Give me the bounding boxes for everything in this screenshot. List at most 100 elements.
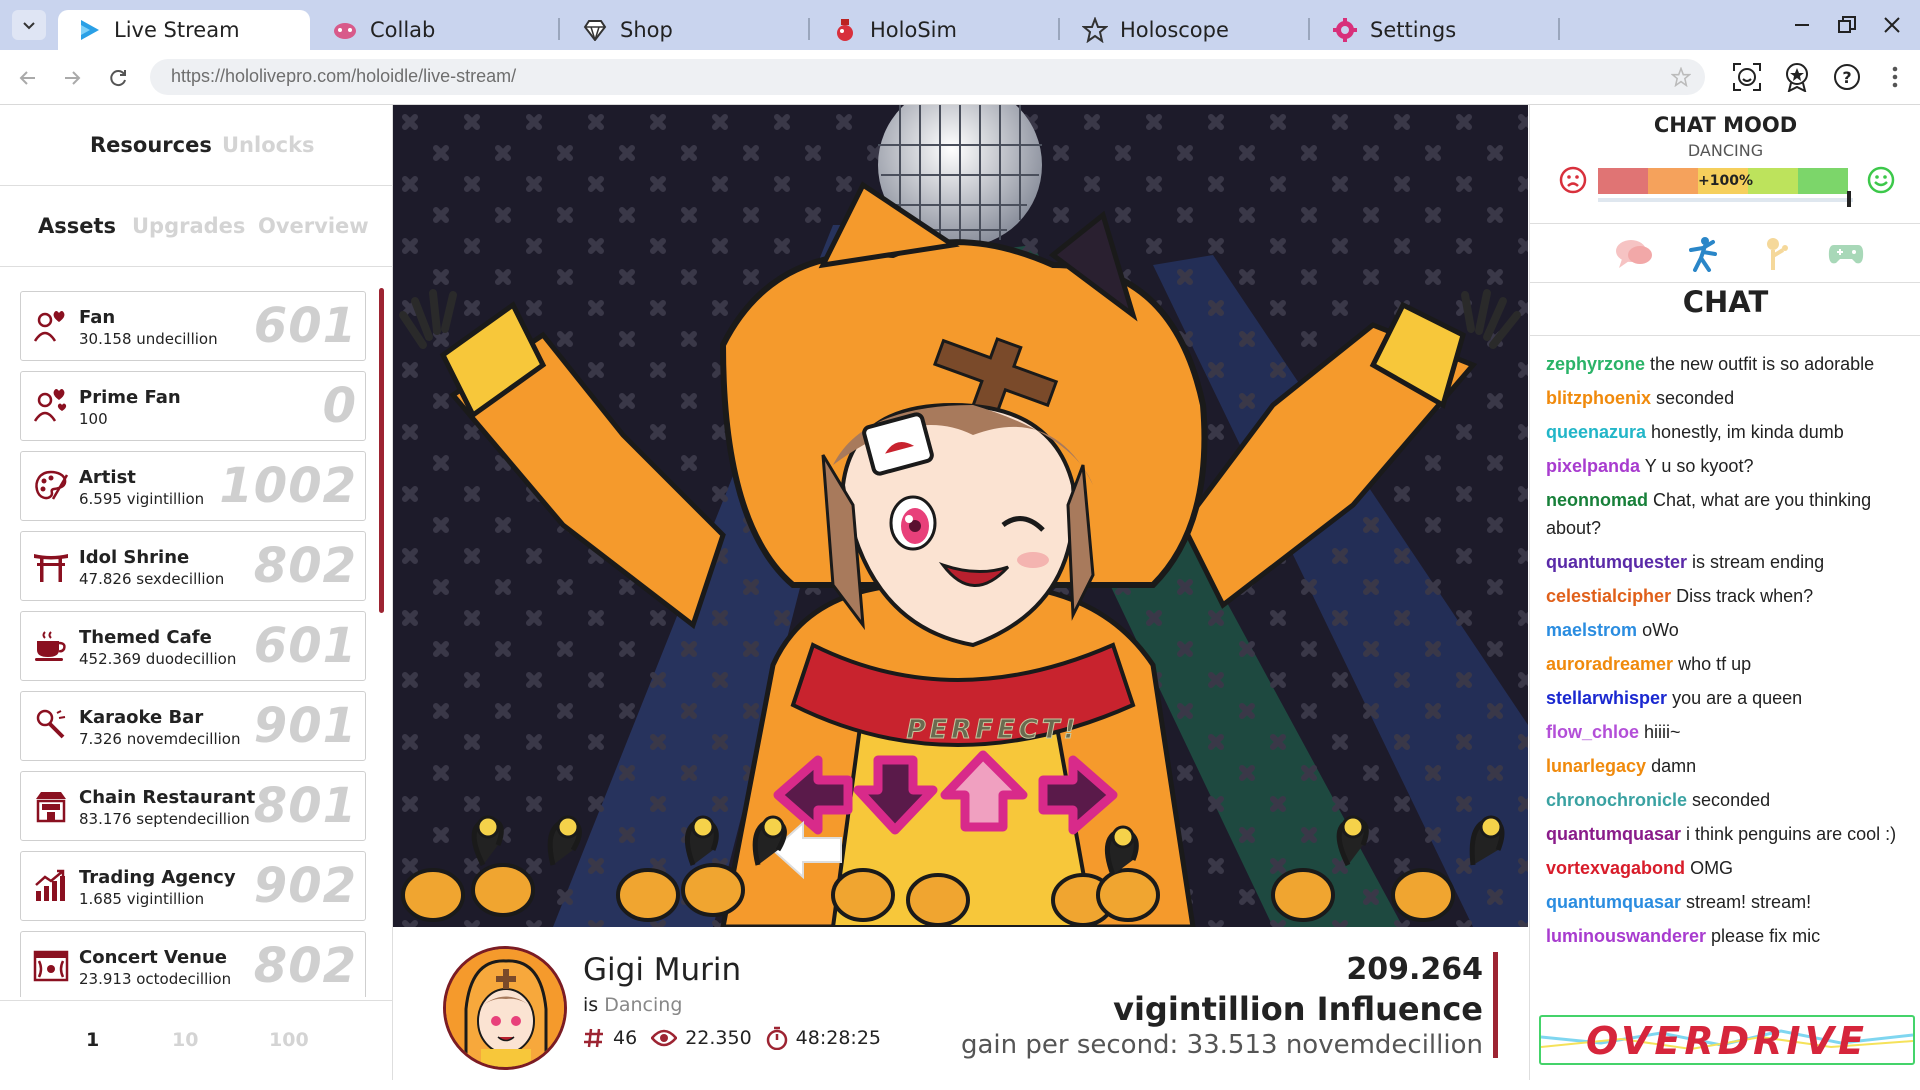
overdrive-button[interactable]: OVERDRIVE	[1539, 1015, 1915, 1065]
chat-username[interactable]: neonnomad	[1546, 490, 1648, 510]
tab-settings[interactable]: Settings	[1314, 10, 1554, 50]
streamer-avatar[interactable]	[443, 946, 567, 1070]
tab-holosim[interactable]: HoloSim	[814, 10, 1054, 50]
buy-amount-1[interactable]: 1	[86, 1029, 99, 1051]
menu-button[interactable]	[1878, 60, 1912, 94]
stream-stage[interactable]: PERFECT!	[393, 105, 1528, 927]
asset-name: Chain Restaurant	[79, 787, 256, 808]
tab-label: Holoscope	[1120, 18, 1229, 42]
gem-icon	[582, 17, 608, 43]
asset-card-artist[interactable]: Artist 6.595 vigintillion 1002	[20, 451, 366, 521]
chat-username[interactable]: auroradreamer	[1546, 654, 1673, 674]
asset-card-idol-shrine[interactable]: Idol Shrine 47.826 sexdecillion 802	[20, 531, 366, 601]
chat-text: seconded	[1692, 790, 1771, 810]
tab-chat-mode[interactable]	[1614, 236, 1654, 272]
tab-live-stream[interactable]: Live Stream	[58, 10, 310, 50]
chat-log[interactable]: zephyrzone the new outfit is so adorable…	[1546, 350, 1911, 1090]
chat-username[interactable]: luminouswanderer	[1546, 926, 1706, 946]
asset-card-trading-agency[interactable]: Trading Agency 1.685 vigintillion 902	[20, 851, 366, 921]
chat-text: Diss track when?	[1676, 586, 1814, 606]
asset-count: 601	[253, 298, 357, 354]
stage-icon	[31, 947, 71, 985]
tab-sing-mode[interactable]	[1756, 236, 1796, 272]
tab-assets[interactable]: Assets	[38, 214, 116, 238]
url-text: https://hololivepro.com/holoidle/live-st…	[171, 66, 517, 86]
rank-stat: 46	[583, 1027, 637, 1049]
chat-text: seconded	[1656, 388, 1735, 408]
tab-collab[interactable]: Collab	[314, 10, 554, 50]
asset-card-prime-fan[interactable]: Prime Fan 100 0	[20, 371, 366, 441]
reload-button[interactable]	[102, 62, 134, 94]
asset-count: 1002	[219, 458, 357, 514]
url-field[interactable]: https://hololivepro.com/holoidle/live-st…	[150, 59, 1705, 95]
palette-icon	[31, 467, 71, 505]
chat-text: who tf up	[1678, 654, 1752, 674]
chat-text: Y u so kyoot?	[1644, 456, 1754, 476]
mood-indicator	[1847, 191, 1851, 207]
asset-card-chain-restaurant[interactable]: Chain Restaurant 83.176 septendecillion …	[20, 771, 366, 841]
viewers-stat: 22.350	[651, 1027, 752, 1049]
chat-username[interactable]: quantumquasar	[1546, 892, 1681, 912]
chat-username[interactable]: vortexvagabond	[1546, 858, 1685, 878]
chat-username[interactable]: zephyrzone	[1546, 354, 1645, 374]
restore-button[interactable]	[1822, 6, 1872, 44]
bookmark-star-icon[interactable]	[1671, 67, 1691, 87]
forward-button[interactable]	[56, 62, 88, 94]
chat-username[interactable]: quantumquasar	[1546, 824, 1681, 844]
tab-dropdown-button[interactable]	[12, 10, 46, 40]
help-icon: ?	[1834, 64, 1860, 90]
microphone-icon	[31, 707, 71, 745]
svg-text:?: ?	[1842, 68, 1851, 87]
tab-holoscope[interactable]: Holoscope	[1064, 10, 1304, 50]
buy-amount-100[interactable]: 100	[269, 1029, 309, 1051]
award-button[interactable]	[1780, 60, 1814, 94]
chat-message: pixelpanda Y u so kyoot?	[1546, 452, 1911, 480]
asset-list: Fan 30.158 undecillion 601 Prime Fan 100…	[0, 287, 392, 997]
chat-username[interactable]: queenazura	[1546, 422, 1646, 442]
asset-card-concert-venue[interactable]: Concert Venue 23.913 octodecillion 802	[20, 931, 366, 997]
streamer-status: is Dancing	[583, 994, 682, 1016]
tab-shop[interactable]: Shop	[564, 10, 804, 50]
asset-card-fan[interactable]: Fan 30.158 undecillion 601	[20, 291, 366, 361]
chat-text: damn	[1651, 756, 1697, 776]
tab-separator	[808, 18, 810, 40]
face-scan-button[interactable]	[1730, 60, 1764, 94]
chat-mood-status: DANCING	[1687, 141, 1764, 160]
resources-panel: Resources Unlocks Assets Upgrades Overvi…	[0, 105, 393, 1080]
chat-username[interactable]: flow_chloe	[1546, 722, 1639, 742]
back-button[interactable]	[12, 62, 44, 94]
asset-count: 901	[253, 698, 357, 754]
minimize-button[interactable]	[1777, 6, 1827, 44]
close-window-button[interactable]	[1867, 6, 1917, 44]
chat-title: CHAT	[1682, 285, 1769, 319]
tab-resources[interactable]: Resources	[90, 133, 212, 157]
tab-unlocks[interactable]: Unlocks	[222, 133, 315, 157]
chat-username[interactable]: stellarwhisper	[1546, 688, 1667, 708]
buy-amount-10[interactable]: 10	[172, 1029, 198, 1051]
potion-icon	[832, 17, 858, 43]
mood-track	[1598, 198, 1853, 202]
asset-card-themed-cafe[interactable]: Themed Cafe 452.369 duodecillion 601	[20, 611, 366, 681]
tab-game-mode[interactable]	[1826, 236, 1866, 272]
tab-overview[interactable]: Overview	[258, 214, 369, 238]
minimize-icon	[1795, 24, 1809, 26]
help-button[interactable]: ?	[1830, 60, 1864, 94]
tab-dance-mode[interactable]	[1684, 236, 1724, 272]
chevron-down-icon	[23, 22, 35, 30]
asset-name: Themed Cafe	[79, 627, 212, 648]
chat-username[interactable]: blitzphoenix	[1546, 388, 1651, 408]
chat-username[interactable]: lunarlegacy	[1546, 756, 1646, 776]
mood-bonus: +100%	[1698, 173, 1753, 189]
chat-username[interactable]: chronochronicle	[1546, 790, 1687, 810]
chat-username[interactable]: quantumquester	[1546, 552, 1687, 572]
eye-icon	[651, 1029, 678, 1047]
influence-value: 209.264	[1346, 952, 1483, 987]
chat-username[interactable]: maelstrom	[1546, 620, 1637, 640]
asset-card-karaoke-bar[interactable]: Karaoke Bar 7.326 novemdecillion 901	[20, 691, 366, 761]
asset-amount: 6.595 vigintillion	[79, 490, 205, 508]
tab-upgrades[interactable]: Upgrades	[132, 214, 245, 238]
stage-scene: PERFECT!	[393, 105, 1528, 927]
chat-message: neonnomad Chat, what are you thinking ab…	[1546, 486, 1911, 542]
chat-username[interactable]: pixelpanda	[1546, 456, 1640, 476]
chat-username[interactable]: celestialcipher	[1546, 586, 1671, 606]
